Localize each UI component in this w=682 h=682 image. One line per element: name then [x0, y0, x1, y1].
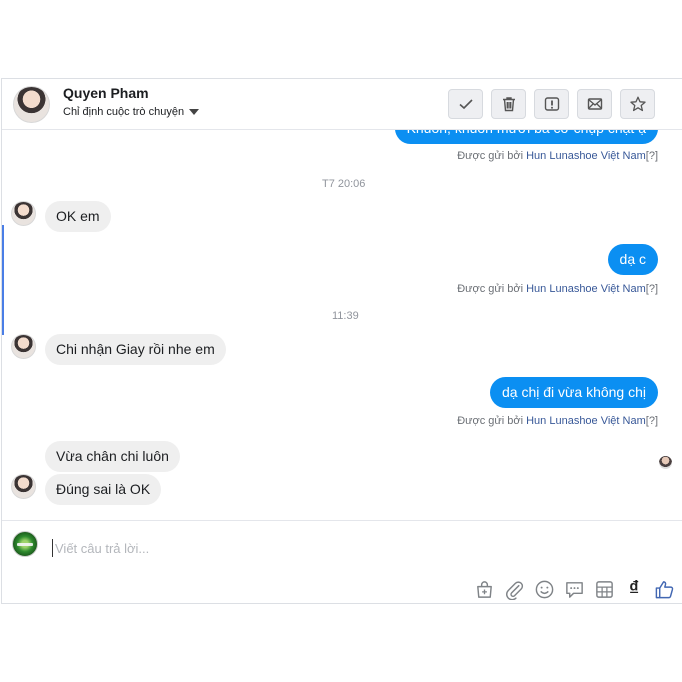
sent-by-label: Được gửi bởi Hun Lunashoe Việt Nam[?]	[457, 283, 658, 295]
check-icon	[458, 99, 473, 110]
outgoing-message[interactable]: Khuôn, khuôn mười ba cỡ chụp chặt ạ	[394, 130, 658, 144]
attachment-icon	[505, 580, 523, 600]
mark-spam-button[interactable]	[534, 89, 569, 119]
sender-link[interactable]: Hun Lunashoe Việt Nam	[526, 283, 646, 295]
product-button[interactable]	[473, 578, 495, 600]
incoming-message[interactable]: OK em	[45, 201, 111, 232]
mail-icon	[587, 98, 602, 110]
contact-name[interactable]: Quyen Pham	[63, 85, 149, 101]
sender-link[interactable]: Hun Lunashoe Việt Nam	[526, 415, 646, 427]
assign-conversation-label: Chỉ định cuộc trò chuyện	[63, 106, 185, 118]
currency-icon: ₫	[628, 578, 640, 600]
conversation-header: Quyen Pham Chỉ định cuộc trò chuyện	[2, 79, 682, 130]
incoming-message[interactable]: Vừa chân chi luôn	[45, 441, 180, 472]
spam-icon	[544, 97, 559, 111]
contact-avatar-small[interactable]	[11, 201, 36, 226]
emoji-button[interactable]	[533, 578, 555, 600]
reply-composer: ₫	[2, 520, 682, 603]
payment-button[interactable]: ₫	[623, 578, 645, 600]
star-icon	[629, 96, 646, 112]
saved-replies-button[interactable]	[563, 578, 585, 600]
delete-button[interactable]	[491, 89, 526, 119]
saved-reply-icon	[565, 581, 583, 598]
incoming-message[interactable]: Chi nhận Giay rồi nhe em	[45, 334, 226, 365]
table-icon	[595, 580, 613, 598]
caret-down-icon	[189, 109, 200, 115]
page-avatar	[12, 531, 38, 557]
like-button[interactable]	[653, 578, 675, 600]
order-table-button[interactable]	[593, 578, 615, 600]
thread-scroll-indicator	[2, 225, 4, 335]
incoming-message[interactable]: Đúng sai là OK	[45, 474, 162, 505]
trash-icon	[502, 97, 515, 112]
star-button[interactable]	[620, 89, 655, 119]
conversation-panel: Quyen Pham Chỉ định cuộc trò chuyện Khuô…	[1, 78, 682, 604]
shopping-bag-icon	[476, 580, 492, 598]
contact-avatar[interactable]	[13, 86, 50, 123]
emoji-icon	[535, 580, 553, 598]
contact-avatar-small[interactable]	[11, 334, 36, 359]
contact-avatar-small[interactable]	[11, 474, 36, 499]
seen-receipt-avatar	[659, 456, 672, 469]
message-thread[interactable]: Khuôn, khuôn mười ba cỡ chụp chặt ạ Được…	[2, 130, 682, 520]
timestamp: 11:39	[332, 310, 359, 322]
reply-input[interactable]	[52, 539, 452, 557]
sender-link[interactable]: Hun Lunashoe Việt Nam	[526, 150, 646, 162]
sent-by-label: Được gửi bởi Hun Lunashoe Việt Nam[?]	[457, 415, 658, 427]
attach-file-button[interactable]	[503, 578, 525, 600]
outgoing-message[interactable]: dạ chị đi vừa không chị	[489, 377, 658, 408]
outgoing-message[interactable]: dạ c	[607, 244, 658, 275]
mark-unread-button[interactable]	[577, 89, 612, 119]
mark-done-button[interactable]	[448, 89, 483, 119]
like-icon	[655, 580, 673, 598]
composer-toolbar: ₫	[473, 577, 675, 601]
assign-conversation-dropdown[interactable]: Chỉ định cuộc trò chuyện	[63, 106, 200, 118]
sent-by-label: Được gửi bởi Hun Lunashoe Việt Nam[?]	[457, 150, 658, 162]
timestamp: T7 20:06	[322, 178, 366, 190]
